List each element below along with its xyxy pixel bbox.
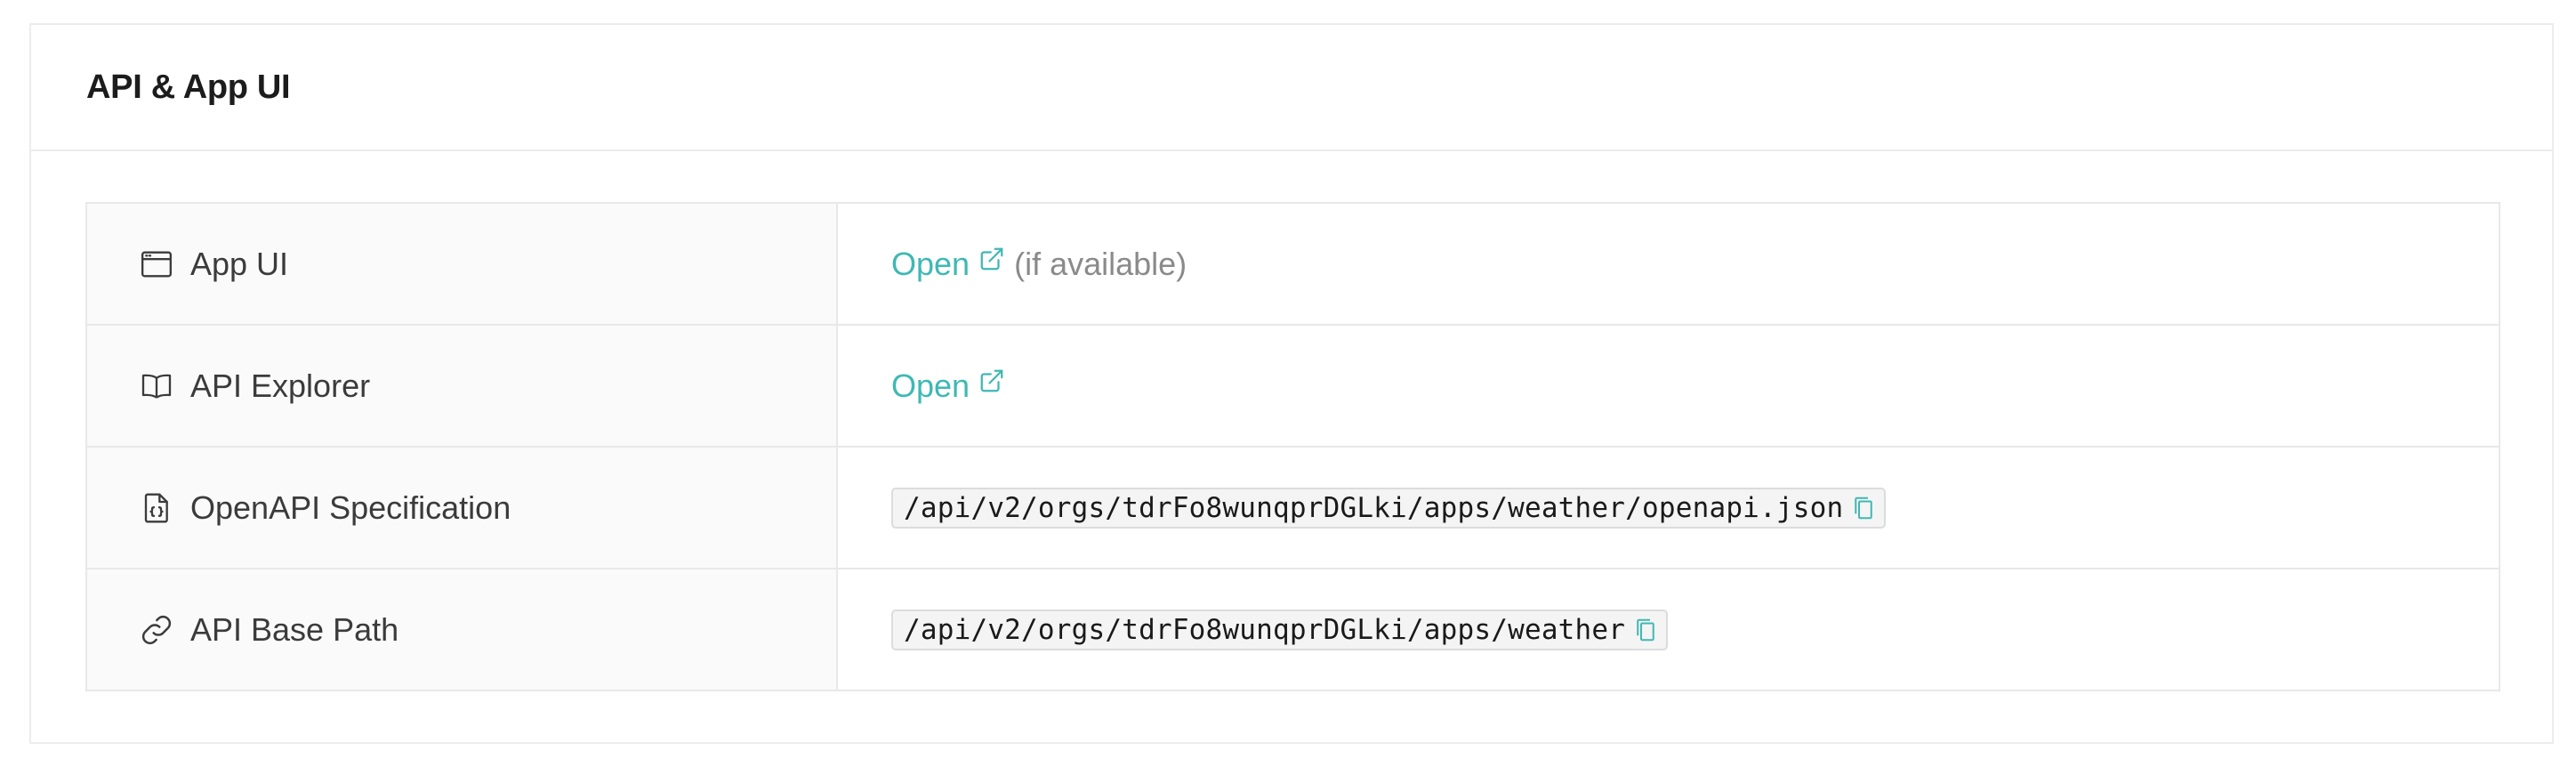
table-row-openapi-spec: OpenAPI Specification /api/v2/orgs/tdrFo… [87, 448, 2499, 569]
table-row-api-base-path: API Base Path /api/v2/orgs/tdrFo8wunqprD… [87, 569, 2499, 690]
external-link-icon [978, 367, 1005, 394]
row-label-cell: API Explorer [87, 326, 838, 446]
open-app-ui-link[interactable]: Open [891, 246, 1005, 283]
row-value-cell: Open [838, 326, 2499, 446]
api-base-path-box: /api/v2/orgs/tdrFo8wunqprDGLki/apps/weat… [891, 609, 1669, 650]
row-label: OpenAPI Specification [190, 488, 511, 526]
row-label-cell: OpenAPI Specification [87, 448, 838, 568]
row-label: App UI [190, 245, 289, 282]
card-header: API & App UI [31, 25, 2552, 151]
row-value-cell: /api/v2/orgs/tdrFo8wunqprDGLki/apps/weat… [838, 569, 2499, 690]
copy-icon[interactable] [1634, 617, 1657, 643]
api-base-path: /api/v2/orgs/tdrFo8wunqprDGLki/apps/weat… [904, 613, 1626, 646]
openapi-spec-path-box: /api/v2/orgs/tdrFo8wunqprDGLki/apps/weat… [891, 487, 1887, 529]
row-value-cell: Open (if available) [838, 204, 2499, 324]
availability-hint: (if available) [1014, 245, 1187, 282]
external-link-icon [978, 246, 1005, 272]
open-link-label: Open [891, 245, 970, 282]
api-app-ui-card: API & App UI App UI Open (if available) … [29, 23, 2554, 744]
table-row-api-explorer: API Explorer Open [87, 326, 2499, 448]
row-value-cell: /api/v2/orgs/tdrFo8wunqprDGLki/apps/weat… [838, 448, 2499, 568]
row-label-cell: App UI [87, 204, 838, 324]
open-book-icon [139, 368, 174, 404]
card-title: API & App UI [86, 68, 291, 106]
copy-icon[interactable] [1852, 495, 1875, 521]
details-table: App UI Open (if available) API Explorer … [85, 202, 2500, 691]
open-api-explorer-link[interactable]: Open [891, 367, 1005, 405]
browser-window-icon [139, 246, 174, 282]
openapi-spec-path: /api/v2/orgs/tdrFo8wunqprDGLki/apps/weat… [904, 491, 1844, 524]
row-label: API Base Path [190, 610, 399, 648]
code-file-icon [139, 490, 174, 526]
table-row-app-ui: App UI Open (if available) [87, 204, 2499, 326]
link-icon [139, 612, 174, 648]
row-label-cell: API Base Path [87, 569, 838, 690]
open-link-label: Open [891, 367, 970, 404]
row-label: API Explorer [190, 367, 371, 404]
